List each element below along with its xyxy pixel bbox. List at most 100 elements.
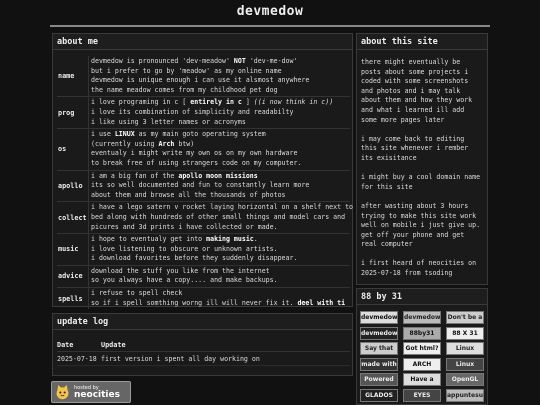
row-line: about them and browse all the thousands … [91, 190, 286, 199]
row-value: i am a big fan of the apollo moon missio… [88, 170, 350, 202]
web-button-88x31[interactable]: devmedow [360, 311, 398, 324]
row-line: to break free of using strangers code on… [91, 158, 302, 167]
row-line: eventualy i might write my own os on my … [91, 149, 298, 158]
row-line: so if i spell somthing worng ill will ne… [91, 298, 346, 307]
table-row: prog i love programing in c [ entirely in… [57, 96, 350, 129]
row-line: but i prefer to go by 'meadow' as my onl… [91, 66, 282, 75]
about-site-text: there might eventually be posts about so… [357, 50, 487, 279]
web-button-88x31[interactable]: Linux [446, 342, 484, 355]
row-value: i use LINUX as my main goto operating sy… [88, 129, 350, 170]
row-key: os [58, 145, 67, 154]
bold-text: Arch [158, 139, 175, 148]
web-button-88x31[interactable]: EYES [403, 388, 441, 402]
web-button-88x31[interactable]: devmedow [403, 311, 441, 324]
about-site-heading: about this site [357, 34, 487, 50]
row-line: download the stuff you like from the int… [91, 266, 270, 275]
update-column-header: Update [101, 341, 126, 349]
row-line: i have a lego satern v rocket laying hor… [91, 203, 365, 212]
site-title: devmedow [236, 4, 304, 19]
web-button-88x31[interactable]: Got html? [403, 342, 441, 355]
bold-text: making music [206, 235, 254, 244]
web-button-88x31[interactable]: devmedow [360, 326, 398, 340]
about-me-panel: about me name devmedow is pronounced 'dev… [52, 33, 365, 310]
row-line: i am a big fan of the apollo moon missio… [91, 171, 258, 180]
table-row: spells i refuse to spell check so if i spe… [57, 287, 350, 310]
row-line: i use LINUX as my main goto operating sy… [91, 130, 266, 139]
italic-text: ((i now think in c)) [253, 98, 334, 107]
row-value: download the stuff you like from the int… [88, 265, 350, 288]
update-log-table: Date Update 2025-07-18 first version i s… [57, 338, 350, 366]
neocities-badge[interactable]: hosted by neocities [51, 381, 131, 403]
row-line: picures and 3d prints i have collected o… [91, 222, 278, 231]
about-me-table: name devmedow is pronounced 'dev-meadow' … [57, 56, 365, 310]
row-value: devmedow is pronounced 'dev-meadow' NOT … [88, 56, 350, 97]
web-button-88x31[interactable]: Powered by ARCH [360, 373, 398, 386]
web-button-88x31[interactable]: OpenGL [446, 373, 484, 386]
neocities-badge-big-text: neocities [74, 390, 120, 400]
bold-text: NOT [233, 57, 246, 65]
row-line: i like using 3 letter names or acronyms [91, 117, 246, 126]
update-log-panel: update log Date Update 2025-07-18 first … [52, 313, 353, 376]
row-line: i download favorites before they suddenl… [91, 254, 298, 263]
update-log-heading: update log [53, 314, 352, 330]
row-line: i love its combination of simplicity and… [91, 107, 294, 116]
bold-text: LINUX [114, 130, 135, 139]
row-key: prog [58, 108, 75, 117]
bold-text: entirely in c [190, 98, 242, 107]
web-button-88x31[interactable]: Have a smile! [403, 373, 441, 386]
row-value: i love programing in c [ entirely in c ]… [88, 97, 350, 129]
row-key: spells [58, 294, 83, 303]
row-line: i love listening to obscure or unknown a… [91, 244, 278, 253]
web-button-88x31[interactable]: Don't be a phone chump! [446, 311, 484, 324]
web-button-88x31[interactable]: appuntesume [446, 388, 484, 402]
row-line: i love programing in c [ entirely in c ]… [91, 98, 334, 107]
web-button-88x31[interactable]: Linux [446, 357, 484, 371]
table-row: music i hope to eventualy get into making… [57, 233, 350, 265]
table-row: os i use LINUX as my main goto operating … [57, 128, 350, 170]
row-line: i hope to eventualy get into making musi… [91, 235, 258, 244]
log-update: first version i spent all day working on [101, 355, 260, 363]
row-line: bed along with hundreds of other small t… [91, 212, 346, 221]
bold-text: apollo moon missions [178, 171, 258, 180]
row-line: i refuse to spell check [91, 289, 183, 298]
about-me-heading: about me [53, 34, 352, 50]
row-value: i refuse to spell check so if i spell som… [88, 288, 350, 310]
web-button-88x31[interactable]: Say that Floppy? [360, 342, 398, 355]
date-column-header: Date [57, 341, 74, 349]
row-line: the name meadow comes from my childhood … [91, 85, 278, 94]
title-divider [50, 25, 490, 27]
row-key: name [58, 72, 75, 81]
table-row: apollo i am a big fan of the apollo moon … [57, 169, 350, 202]
row-line: (currently using Arch btw) [91, 139, 195, 148]
row-key: music [58, 245, 79, 254]
about-site-paragraph: there might eventually be posts about so… [361, 58, 473, 124]
about-site-paragraph: i first heard of neocities on 2025-07-18… [361, 259, 477, 278]
table-row: name devmedow is pronounced 'dev-meadow' … [57, 56, 350, 97]
row-value: i have a lego satern v rocket laying hor… [88, 202, 365, 234]
neocities-cat-icon [56, 384, 69, 399]
web-button-88x31[interactable]: GLADOS [360, 388, 398, 402]
row-line: so you always have a copy.... and make b… [91, 276, 278, 285]
about-site-paragraph: i may come back to editing this site whe… [361, 134, 469, 162]
web-button-88x31[interactable]: ARCH [403, 357, 441, 371]
log-date: 2025-07-18 [57, 355, 97, 363]
table-row: collect i have a lego satern v rocket lay… [57, 201, 365, 234]
web-button-88x31[interactable]: 88 X 31 [446, 326, 484, 340]
row-line: devmedow is unique enough i can use it a… [91, 76, 310, 85]
update-log-header-row: Date Update [57, 338, 350, 352]
about-site-paragraph: after wasting about 3 hours trying to ma… [361, 201, 481, 249]
row-line: devmedow is pronounced 'dev-meadow' NOT … [91, 57, 298, 65]
row-line: its so well documented and fun to consta… [91, 181, 310, 190]
table-row: 2025-07-18 first version i spent all day… [57, 352, 350, 366]
bold-text: deel with ti [297, 298, 346, 307]
web-button-88x31[interactable]: made with Linux [360, 357, 398, 371]
row-key: apollo [58, 181, 83, 190]
web-button-88x31[interactable]: 88by31 [403, 326, 441, 340]
row-value: i hope to eventualy get into making musi… [88, 234, 350, 265]
about-site-paragraph: i might buy a cool domain name for this … [361, 173, 481, 191]
88x31-heading: 88 by 31 [357, 289, 487, 305]
row-key: collect [58, 213, 87, 222]
88x31-panel: 88 by 31 devmedow devmedow Don't be a phon… [356, 288, 488, 405]
about-site-panel: about this site there might eventually b… [356, 33, 488, 285]
row-key: advice [58, 272, 83, 281]
